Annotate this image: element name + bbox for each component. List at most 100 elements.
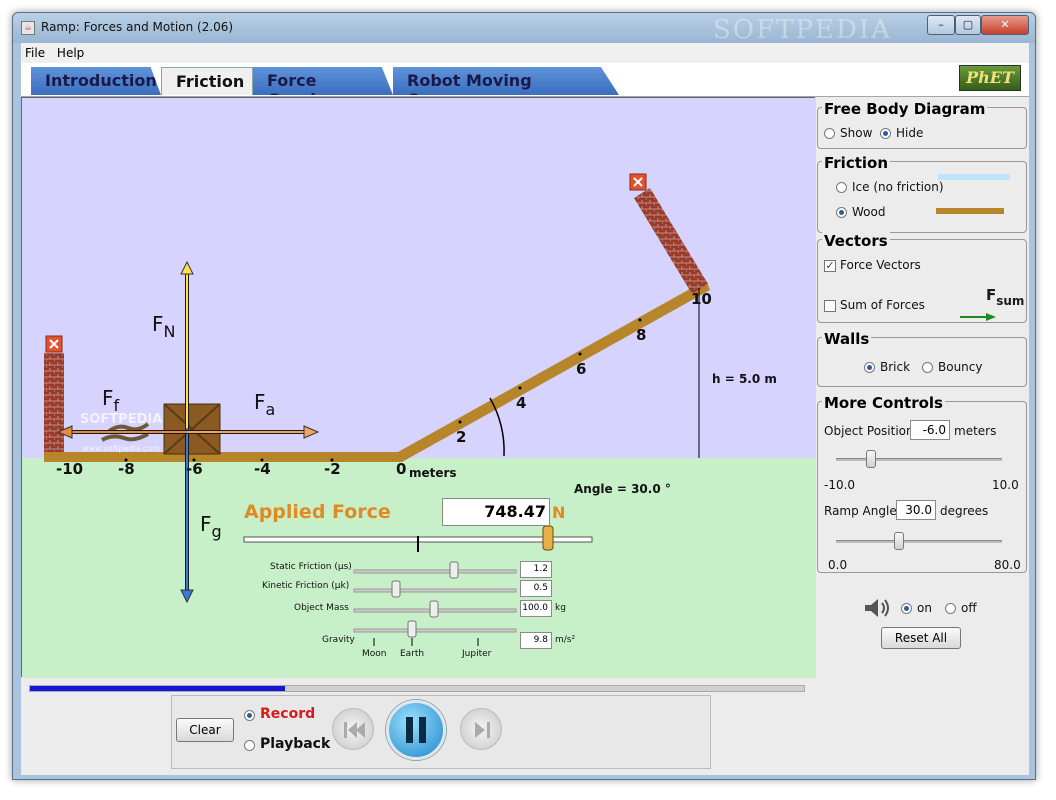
simulation-canvas[interactable]: -10 -8 -6 -4 -2 0 meters 2 4 6 8 10 h = … bbox=[21, 97, 816, 678]
ramp-angle-thumb[interactable] bbox=[894, 532, 904, 550]
angle-max-label: 80.0 bbox=[994, 558, 1021, 572]
object-position-input[interactable]: -6.0 bbox=[910, 420, 950, 440]
wood-swatch bbox=[936, 208, 1004, 214]
applied-force-unit: N bbox=[552, 503, 566, 522]
window-title: Ramp: Forces and Motion (2.06) bbox=[41, 20, 234, 34]
static-friction-input[interactable]: 1.2 bbox=[520, 561, 552, 578]
step-icon bbox=[475, 722, 490, 738]
ramp-wall-close-icon[interactable] bbox=[629, 173, 647, 191]
object-position-thumb[interactable] bbox=[866, 450, 876, 468]
watermark: SOFTPEDIA bbox=[713, 15, 892, 45]
tab-bar: Introduction Friction Force Graphs Robot… bbox=[21, 63, 1029, 97]
tab-force-graphs[interactable]: Force Graphs bbox=[253, 67, 393, 95]
menu-file[interactable]: File bbox=[21, 43, 49, 60]
walls-panel: Walls Brick Bouncy bbox=[817, 330, 1027, 387]
bouncy-label: Bouncy bbox=[938, 360, 983, 374]
ramp-angle-input[interactable]: 30.0 bbox=[896, 500, 936, 520]
fbd-hide-radio[interactable] bbox=[880, 128, 891, 139]
tick-label: 2 bbox=[456, 428, 467, 446]
title-bar: ☕ Ramp: Forces and Motion (2.06) SOFTPED… bbox=[13, 13, 1035, 45]
tick-label: -2 bbox=[324, 460, 341, 478]
brick-radio[interactable] bbox=[864, 362, 875, 373]
gravity-mark-moon: Moon bbox=[362, 649, 387, 659]
applied-force-input[interactable]: 748.47 bbox=[442, 498, 550, 526]
friction-panel: Friction Ice (no friction) Wood bbox=[817, 154, 1027, 233]
angle-min-label: 0.0 bbox=[828, 558, 848, 572]
playback-controls: Clear Record Playback bbox=[171, 695, 711, 769]
playback-progress-fill bbox=[30, 686, 286, 691]
playback-progress[interactable] bbox=[29, 685, 805, 692]
ice-label: Ice (no friction) bbox=[852, 180, 944, 194]
sum-of-forces-checkbox[interactable] bbox=[824, 300, 836, 312]
static-friction-label: Static Friction (μs) bbox=[270, 562, 352, 572]
record-label: Record bbox=[260, 706, 316, 722]
fbd-show-radio[interactable] bbox=[824, 128, 835, 139]
left-brick-wall bbox=[44, 353, 64, 457]
pause-icon bbox=[406, 717, 426, 743]
normal-force-label: FN bbox=[152, 312, 176, 341]
ramp-angle-label: Ramp Angle bbox=[824, 504, 897, 518]
tab-introduction[interactable]: Introduction bbox=[31, 67, 161, 95]
sound-off-label: off bbox=[961, 601, 977, 615]
free-body-title: Free Body Diagram bbox=[822, 100, 988, 118]
wood-radio[interactable] bbox=[836, 207, 847, 218]
ramp-angle-track[interactable] bbox=[836, 540, 1002, 543]
applied-force-thumb[interactable] bbox=[542, 525, 554, 551]
tick-label: 0 bbox=[396, 460, 407, 478]
position-min-label: -10.0 bbox=[824, 478, 856, 492]
reset-all-button[interactable]: Reset All bbox=[881, 627, 961, 649]
force-vectors-label: Force Vectors bbox=[840, 258, 921, 272]
playback-area: Clear Record Playback bbox=[21, 679, 1029, 775]
tick-label: -6 bbox=[186, 460, 203, 478]
ground bbox=[22, 458, 816, 678]
tick-label: -4 bbox=[254, 460, 271, 478]
playback-radio[interactable] bbox=[244, 740, 255, 751]
wood-label: Wood bbox=[852, 205, 886, 219]
close-button[interactable]: ✕ bbox=[981, 15, 1029, 35]
object-position-label: Object Position bbox=[824, 424, 914, 438]
position-max-label: 10.0 bbox=[992, 478, 1019, 492]
tab-friction[interactable]: Friction bbox=[161, 67, 253, 95]
maximize-button[interactable]: ▢ bbox=[955, 15, 981, 35]
tab-robot-moving-company[interactable]: Robot Moving Company bbox=[393, 67, 619, 95]
gravity-input[interactable]: 9.8 bbox=[520, 632, 552, 649]
clear-button[interactable]: Clear bbox=[176, 718, 234, 742]
step-button[interactable] bbox=[460, 708, 502, 750]
sim-drawing bbox=[22, 98, 816, 678]
menu-help[interactable]: Help bbox=[53, 43, 88, 60]
walls-title: Walls bbox=[822, 330, 872, 348]
wooden-crate[interactable] bbox=[163, 403, 221, 455]
gravity-unit: m/s² bbox=[555, 635, 576, 645]
gravity-mark-jupiter: Jupiter bbox=[462, 649, 492, 659]
tick-label: -8 bbox=[118, 460, 135, 478]
speaker-icon bbox=[865, 599, 889, 617]
height-label: h = 5.0 m bbox=[712, 372, 777, 386]
playback-label: Playback bbox=[260, 736, 331, 752]
bouncy-radio[interactable] bbox=[922, 362, 933, 373]
kinetic-friction-input[interactable]: 0.5 bbox=[520, 580, 552, 597]
java-app-icon: ☕ bbox=[21, 21, 35, 35]
ice-radio[interactable] bbox=[836, 182, 847, 193]
sound-off-radio[interactable] bbox=[945, 603, 956, 614]
object-mass-input[interactable]: 100.0 bbox=[520, 600, 552, 617]
rewind-button[interactable] bbox=[332, 708, 374, 750]
force-vectors-checkbox[interactable]: ✓ bbox=[824, 260, 836, 272]
softpedia-url: www.softpedia.com bbox=[82, 444, 161, 453]
tick-label: 4 bbox=[516, 394, 527, 412]
pause-button[interactable] bbox=[386, 700, 446, 760]
ramp-angle-unit: degrees bbox=[940, 504, 989, 518]
record-radio[interactable] bbox=[244, 710, 255, 721]
minimize-button[interactable]: – bbox=[927, 15, 955, 35]
ice-swatch bbox=[938, 174, 1010, 180]
left-wall-close-icon[interactable] bbox=[45, 335, 63, 353]
gravity-label: Gravity bbox=[322, 635, 355, 645]
object-position-track[interactable] bbox=[836, 458, 1002, 461]
free-body-panel: Free Body Diagram Show Hide bbox=[817, 100, 1027, 149]
tick-label: 10 bbox=[691, 290, 712, 308]
kinetic-friction-label: Kinetic Friction (μk) bbox=[262, 581, 350, 591]
sound-on-radio[interactable] bbox=[901, 603, 912, 614]
brick-label: Brick bbox=[880, 360, 911, 374]
main-content: -10 -8 -6 -4 -2 0 meters 2 4 6 8 10 h = … bbox=[21, 97, 1029, 679]
gravity-mark-earth: Earth bbox=[400, 649, 425, 659]
fsum-label: Fsum bbox=[986, 286, 1025, 308]
